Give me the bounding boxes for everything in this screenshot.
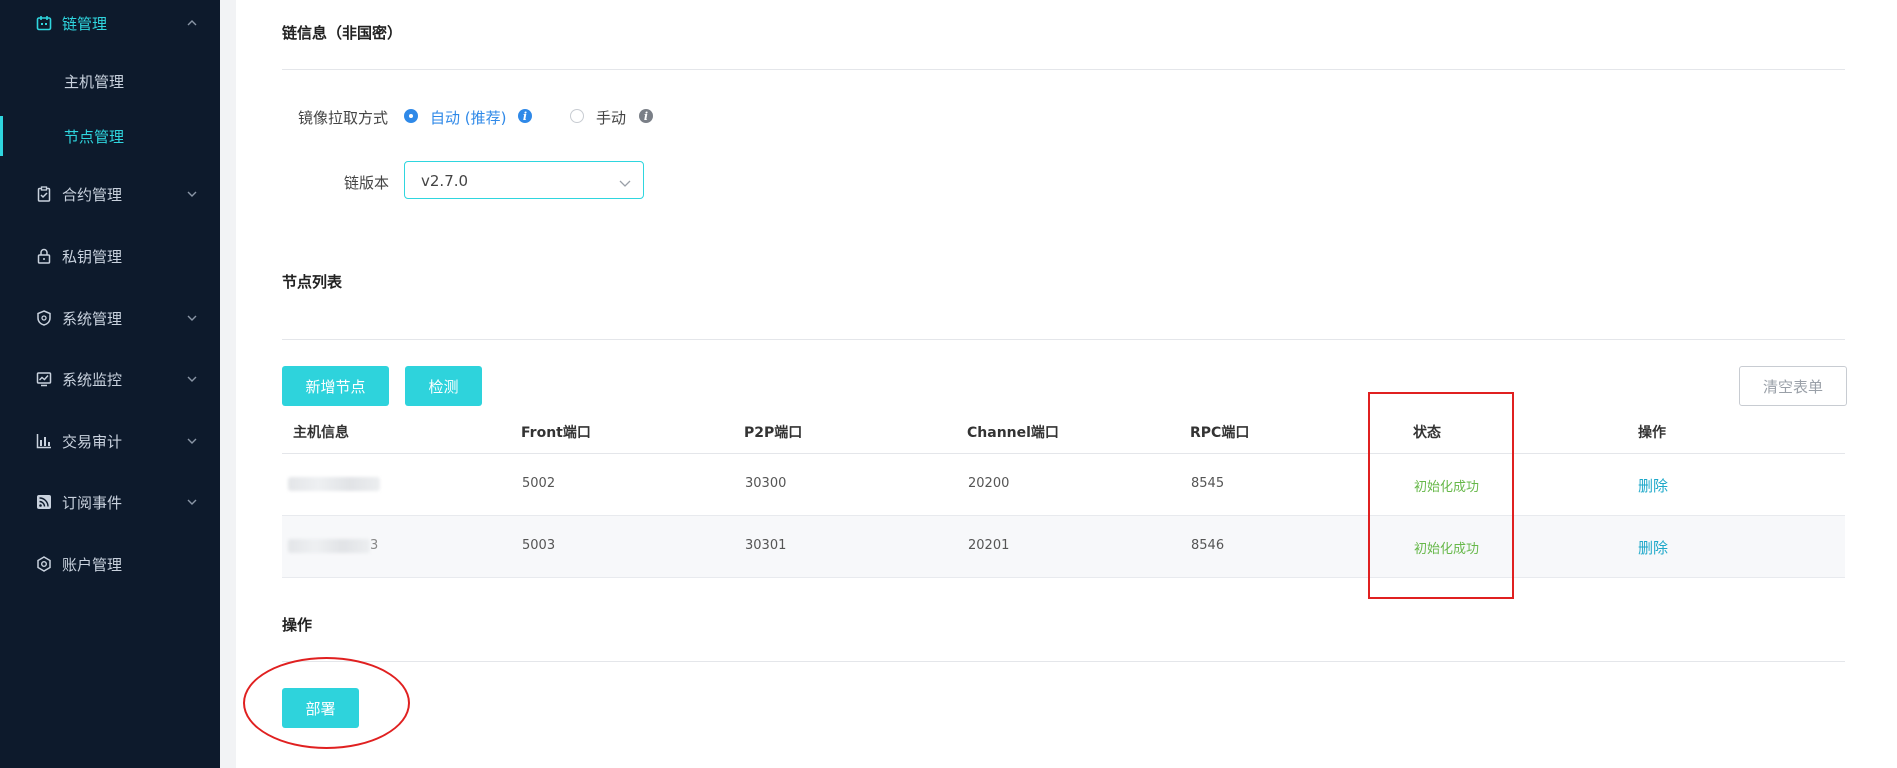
clipboard-icon (36, 186, 52, 202)
sidebar-item-label: 交易审计 (62, 432, 123, 451)
column-header-action: 操作 (1638, 425, 1666, 441)
node-list-title: 节点列表 (282, 273, 343, 291)
rss-icon (36, 494, 52, 510)
main-content: 链信息（非国密） 镜像拉取方式 自动 (推荐) i 手动 i 链版本 v2.7.… (236, 0, 1897, 768)
front-port: 5003 (522, 538, 556, 553)
sidebar-item-system-management[interactable]: 系统管理 (0, 298, 220, 338)
clear-form-button[interactable]: 清空表单 (1739, 366, 1847, 406)
sidebar-subitem-host-management[interactable]: 主机管理 (0, 61, 220, 101)
delete-link[interactable]: 删除 (1638, 537, 1668, 558)
active-indicator (0, 116, 3, 156)
calendar-icon (36, 15, 52, 31)
rpc-port: 8546 (1191, 538, 1225, 553)
divider (282, 661, 1845, 662)
radio-manual[interactable] (570, 109, 584, 123)
info-icon[interactable]: i (639, 109, 653, 123)
sidebar-item-label: 订阅事件 (62, 493, 123, 512)
rpc-port: 8545 (1191, 476, 1225, 491)
sidebar-item-label: 合约管理 (62, 185, 123, 204)
column-header-channel-port: Channel端口 (967, 425, 1059, 441)
host-info-redacted (288, 539, 370, 553)
radio-manual-label[interactable]: 手动 (596, 107, 626, 128)
chevron-up-icon (187, 18, 197, 28)
deploy-button[interactable]: 部署 (282, 688, 359, 728)
sidebar-item-account-management[interactable]: 账户管理 (0, 544, 220, 584)
column-header-status: 状态 (1413, 425, 1441, 441)
channel-port: 20201 (968, 538, 1010, 553)
operation-title: 操作 (282, 616, 313, 634)
chevron-down-icon (187, 374, 197, 384)
divider (282, 339, 1845, 340)
divider (282, 69, 1845, 70)
p2p-port: 30301 (745, 538, 787, 553)
host-info-redacted (288, 477, 380, 491)
table-row: 3 5003 30301 20201 8546 初始化成功 删除 (282, 516, 1845, 578)
sidebar-item-private-key-management[interactable]: 私钥管理 (0, 236, 220, 276)
sidebar-item-label: 私钥管理 (62, 247, 123, 266)
sidebar-item-label: 链管理 (62, 14, 108, 33)
sidebar-item-chain-management[interactable]: 链管理 (0, 3, 220, 43)
status-text: 初始化成功 (1414, 542, 1480, 557)
sidebar-item-system-monitoring[interactable]: 系统监控 (0, 359, 220, 399)
bar-chart-icon (36, 433, 52, 449)
check-button[interactable]: 检测 (405, 366, 482, 406)
p2p-port: 30300 (745, 476, 787, 491)
chevron-down-icon (619, 174, 631, 187)
radio-auto-label[interactable]: 自动 (推荐) (430, 107, 506, 128)
chain-version-label: 链版本 (344, 174, 390, 192)
chain-version-select[interactable]: v2.7.0 (404, 161, 644, 199)
monitor-chart-icon (36, 371, 52, 387)
sidebar-item-contract-management[interactable]: 合约管理 (0, 174, 220, 214)
column-header-p2p-port: P2P端口 (744, 425, 803, 441)
chevron-down-icon (187, 497, 197, 507)
host-info-tail: 3 (370, 538, 379, 553)
channel-port: 20200 (968, 476, 1010, 491)
shield-icon (36, 310, 52, 326)
delete-link[interactable]: 删除 (1638, 475, 1668, 496)
status-text: 初始化成功 (1414, 480, 1480, 495)
sidebar: 链管理 主机管理 节点管理 合约管理 私钥管理 系统管理 系统监控 交易审计 订… (0, 0, 220, 768)
lock-icon (36, 248, 52, 264)
chain-version-value: v2.7.0 (421, 172, 469, 190)
column-header-front-port: Front端口 (521, 425, 591, 441)
column-header-rpc-port: RPC端口 (1190, 425, 1250, 441)
column-header-host: 主机信息 (293, 425, 349, 441)
chevron-down-icon (187, 189, 197, 199)
chain-info-title: 链信息（非国密） (282, 24, 403, 42)
table-row: 5002 30300 20200 8545 初始化成功 删除 (282, 454, 1845, 516)
sidebar-subitem-label: 节点管理 (64, 127, 125, 146)
pull-method-label: 镜像拉取方式 (298, 109, 389, 127)
sidebar-item-subscribe-events[interactable]: 订阅事件 (0, 482, 220, 522)
sidebar-item-transaction-audit[interactable]: 交易审计 (0, 421, 220, 461)
chevron-down-icon (187, 313, 197, 323)
radio-auto[interactable] (404, 109, 418, 123)
gear-hex-icon (36, 556, 52, 572)
front-port: 5002 (522, 476, 556, 491)
add-node-button[interactable]: 新增节点 (282, 366, 389, 406)
sidebar-subitem-label: 主机管理 (64, 72, 125, 91)
chevron-down-icon (187, 436, 197, 446)
sidebar-item-label: 系统管理 (62, 309, 123, 328)
sidebar-item-label: 账户管理 (62, 555, 123, 574)
sidebar-item-label: 系统监控 (62, 370, 123, 389)
sidebar-subitem-node-management[interactable]: 节点管理 (0, 116, 220, 156)
info-icon[interactable]: i (518, 109, 532, 123)
